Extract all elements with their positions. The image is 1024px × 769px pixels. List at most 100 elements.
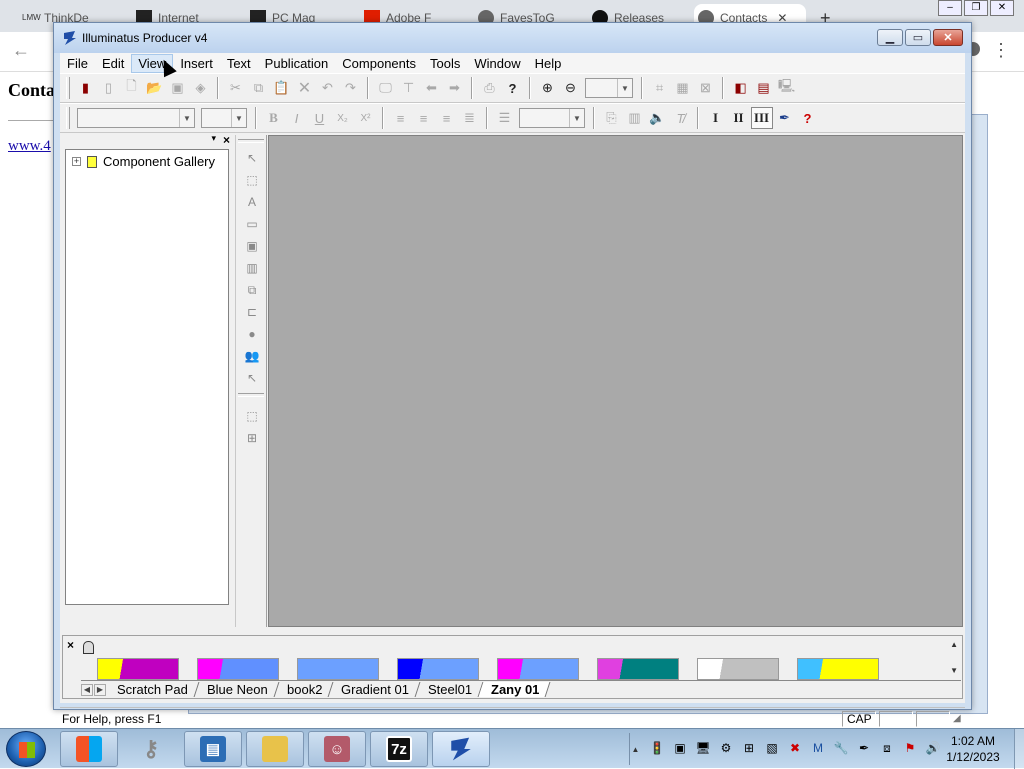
tray-tool-icon[interactable]: 🔧 xyxy=(832,739,850,757)
scroll-down-icon[interactable]: ▼ xyxy=(950,666,958,675)
show-desktop-button[interactable] xyxy=(1014,729,1024,769)
maximize-button[interactable]: ▭ xyxy=(905,29,931,46)
new-document-icon[interactable]: 🗋 xyxy=(121,77,143,99)
tray-network-icon[interactable]: ⊞ xyxy=(740,739,758,757)
taskbar-app-network[interactable]: ▤ xyxy=(184,731,242,767)
menu-file[interactable]: File xyxy=(60,54,95,73)
image-tool-icon[interactable]: ▣ xyxy=(243,237,261,255)
tray-shield-icon[interactable]: M xyxy=(809,739,827,757)
style-select[interactable]: ▼ xyxy=(519,108,585,128)
layers-tool-icon[interactable]: ⧉ xyxy=(243,281,261,299)
page-link[interactable]: www.4 xyxy=(8,138,51,155)
tree-item-component-gallery[interactable]: + Component Gallery xyxy=(72,154,215,169)
save-icon[interactable]: ▣ xyxy=(167,77,189,99)
preview-icon[interactable]: 🖵 xyxy=(375,77,397,99)
style-thumbnail[interactable] xyxy=(97,658,179,680)
tray-monitor-icon[interactable]: 🖥 xyxy=(694,739,712,757)
heading-3-button[interactable]: III xyxy=(750,107,773,129)
frame-tool-icon[interactable]: ⬚ xyxy=(243,171,261,189)
heading-2-button[interactable]: II xyxy=(728,107,750,129)
style-tab[interactable]: Scratch Pad xyxy=(104,682,200,697)
style-thumbnail[interactable] xyxy=(597,658,679,680)
toolbar-grip[interactable] xyxy=(66,107,70,129)
new-page-icon[interactable]: ▯ xyxy=(98,77,120,99)
style-thumbnail[interactable] xyxy=(297,658,379,680)
superscript-button[interactable]: X² xyxy=(355,107,377,129)
zoom-out-icon[interactable]: ⊖ xyxy=(560,77,582,99)
minimize-icon[interactable]: – xyxy=(938,0,962,16)
print-icon[interactable]: ⎙ xyxy=(479,77,501,99)
toolbar-grip[interactable] xyxy=(238,393,264,397)
tab-prev-icon[interactable]: ◀ xyxy=(81,683,93,696)
underline-button[interactable]: U xyxy=(309,107,331,129)
tray-settings-icon[interactable]: ⚙ xyxy=(717,739,735,757)
traffic-light-icon[interactable]: 🚦 xyxy=(648,739,666,757)
bullet-list-icon[interactable]: ☰ xyxy=(494,107,516,129)
clock[interactable]: 1:02 AM 1/12/2023 xyxy=(938,733,1008,765)
close-button[interactable]: ✕ xyxy=(933,29,963,46)
align-center-icon[interactable]: ≡ xyxy=(413,107,435,129)
gallery-tree[interactable]: + Component Gallery xyxy=(65,149,229,605)
paste-icon[interactable]: 📋 xyxy=(271,77,293,99)
resize-grip-icon[interactable]: ◢ xyxy=(953,713,965,724)
taskbar-app-explorer[interactable] xyxy=(246,731,304,767)
grid-icon[interactable]: ▦ xyxy=(672,77,694,99)
menu-window[interactable]: Window xyxy=(467,54,527,73)
save-all-icon[interactable]: ◈ xyxy=(190,77,212,99)
frame-icon[interactable]: ⊠ xyxy=(695,77,717,99)
page-view-icon[interactable]: ◧ xyxy=(730,77,752,99)
context-help-icon[interactable]: ? xyxy=(797,107,819,129)
style-thumbnail[interactable] xyxy=(797,658,879,680)
tray-expand-icon[interactable]: ▲ xyxy=(629,733,641,765)
close-icon[interactable]: × xyxy=(67,638,74,652)
italic-button[interactable]: I xyxy=(286,107,308,129)
toolbar-grip[interactable] xyxy=(66,77,70,99)
back-arrow-icon[interactable]: ← xyxy=(12,40,30,61)
justify-icon[interactable]: ≣ xyxy=(459,107,481,129)
table-tool-icon[interactable]: ⊏ xyxy=(243,303,261,321)
menu-publication[interactable]: Publication xyxy=(258,54,336,73)
guides-icon[interactable]: ⌗ xyxy=(649,77,671,99)
style-thumbnail[interactable] xyxy=(397,658,479,680)
style-thumbnail[interactable] xyxy=(497,658,579,680)
style-thumbnail[interactable] xyxy=(197,658,279,680)
new-publication-icon[interactable]: ▮ xyxy=(75,77,97,99)
scroll-up-icon[interactable]: ▲ xyxy=(950,640,958,649)
people-tool-icon[interactable]: 👥 xyxy=(243,347,261,365)
film-tool-icon[interactable]: ▥ xyxy=(243,259,261,277)
menu-edit[interactable]: Edit xyxy=(95,54,131,73)
restore-icon[interactable]: ❐ xyxy=(964,0,988,16)
align-left-icon[interactable]: ≡ xyxy=(390,107,412,129)
delete-icon[interactable]: ✕ xyxy=(294,77,316,99)
font-select[interactable]: ▼ xyxy=(77,108,195,128)
style-thumbnail[interactable] xyxy=(697,658,779,680)
start-button[interactable] xyxy=(6,731,46,767)
menu-help[interactable]: Help xyxy=(528,54,569,73)
font-size-select[interactable]: ▼ xyxy=(201,108,247,128)
tray-image-icon[interactable]: ▧ xyxy=(763,739,781,757)
bold-button[interactable]: B xyxy=(263,107,285,129)
workspace-area[interactable] xyxy=(268,135,963,627)
menu-text[interactable]: Text xyxy=(220,54,258,73)
cut-icon[interactable]: ✂ xyxy=(225,77,247,99)
tab-next-icon[interactable]: ▶ xyxy=(94,683,106,696)
circle-tool-icon[interactable]: ● xyxy=(243,325,261,343)
open-folder-icon[interactable]: 📂 xyxy=(144,77,166,99)
monitor-icon[interactable]: 🖳 xyxy=(776,77,798,99)
close-icon[interactable]: × xyxy=(223,133,230,147)
tray-app-icon[interactable]: ▣ xyxy=(671,739,689,757)
redo-icon[interactable]: ↷ xyxy=(340,77,362,99)
help-cursor-icon[interactable]: ? xyxy=(502,77,524,99)
subscript-button[interactable]: X₂ xyxy=(332,107,354,129)
style-tab[interactable]: Blue Neon xyxy=(194,682,279,697)
zoom-in-icon[interactable]: ⊕ xyxy=(537,77,559,99)
taskbar-app-7zip[interactable]: 7z xyxy=(370,731,428,767)
heading-1-button[interactable]: I xyxy=(705,107,727,129)
page-layout-icon[interactable]: ▤ xyxy=(753,77,775,99)
button-tool-icon[interactable]: ▭ xyxy=(243,215,261,233)
menu-components[interactable]: Components xyxy=(335,54,423,73)
taskbar-app-users[interactable]: ☺ xyxy=(308,731,366,767)
taskbar-app-windows[interactable] xyxy=(60,731,118,767)
style-tab[interactable]: Gradient 01 xyxy=(328,682,421,697)
arrow-right-icon[interactable]: ➡ xyxy=(444,77,466,99)
